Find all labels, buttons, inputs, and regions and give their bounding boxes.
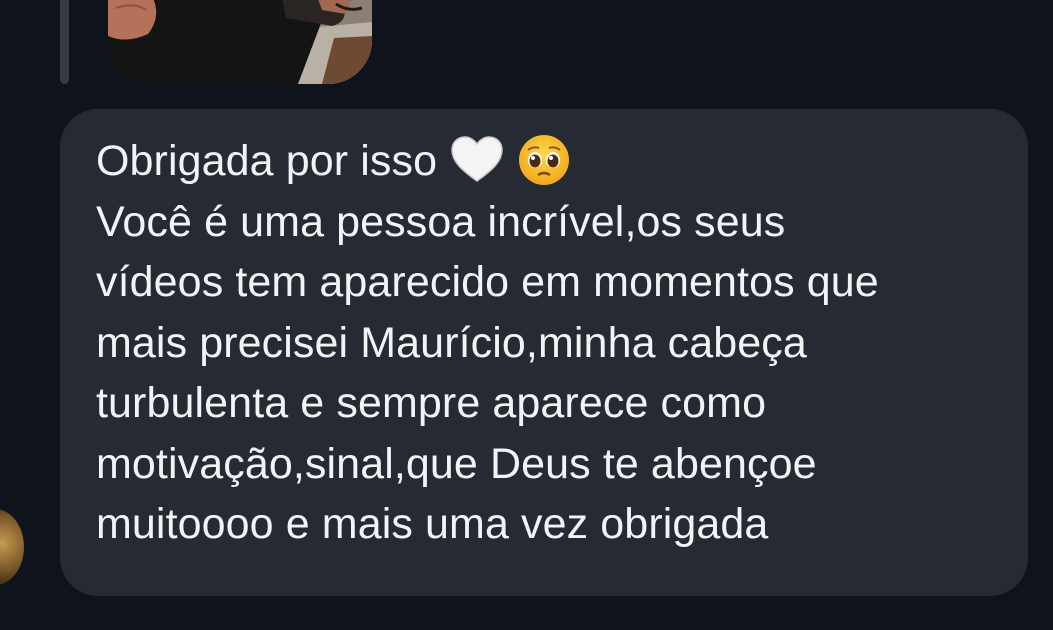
message-line-6: motivação,sinal,que Deus te abençoe: [96, 439, 817, 488]
message-line-1: Obrigada por isso: [96, 131, 998, 192]
message-line-4: mais precisei Maurício,minha cabeça: [96, 318, 807, 367]
reply-thread-line: [60, 0, 69, 84]
message-line-3: vídeos tem aparecido em momentos que: [96, 258, 879, 306]
message-bubble: Obrigada por isso Você é uma pessoa incr…: [60, 109, 1028, 596]
photo-image: [108, 0, 372, 84]
replied-photo-preview[interactable]: [108, 0, 372, 84]
sender-avatar[interactable]: [0, 509, 24, 585]
message-line-7: muitoooo e mais uma vez obrigada: [96, 500, 769, 548]
message-text-1: Obrigada por isso: [96, 137, 438, 185]
chat-screen: Obrigada por isso Você é uma pessoa incr…: [0, 0, 1053, 630]
message-line-5: turbulenta e sempre aparece como: [96, 379, 767, 427]
white-heart-icon: [449, 135, 505, 185]
pleading-face-icon: [517, 133, 571, 187]
message-line-2: Você é uma pessoa incrível,os seus: [96, 197, 786, 246]
